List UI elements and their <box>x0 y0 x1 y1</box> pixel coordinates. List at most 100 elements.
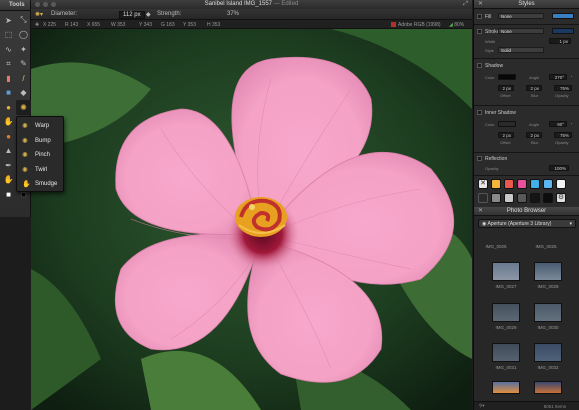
twirl-icon: ✺ <box>22 166 28 174</box>
photo-thumbnail[interactable] <box>492 303 520 322</box>
fill-dropdown[interactable]: None <box>498 13 544 19</box>
move-tool-icon[interactable]: ➤ <box>1 13 16 28</box>
fill-color-swatch[interactable] <box>552 13 574 19</box>
photo-thumbnail[interactable] <box>534 343 562 362</box>
menu-item-smudge[interactable]: ✋ Smudge <box>17 177 63 192</box>
eraser-icon[interactable]: ▮ <box>1 71 16 86</box>
shadow-angle-field[interactable]: 270° <box>549 74 567 80</box>
menu-item-twirl[interactable]: ✺ Twirl <box>17 163 63 178</box>
fg-color-icon[interactable]: ■ <box>1 187 16 202</box>
shadow-color-swatch[interactable] <box>498 74 516 80</box>
shadow-offset-field[interactable]: 2 px <box>498 85 514 91</box>
zoom-indicator[interactable]: ◢ 80% <box>449 22 464 28</box>
crop-icon[interactable]: ⌗ <box>1 57 16 72</box>
strength-value[interactable]: 37% <box>227 11 239 17</box>
fill-checkbox[interactable] <box>477 14 482 19</box>
eye-dropper-icon[interactable]: ✒ <box>1 158 16 173</box>
stroke-dropdown[interactable]: None <box>498 28 544 34</box>
inner-opacity-field[interactable]: 75% <box>554 132 572 138</box>
inner-shadow-label: Inner Shadow <box>485 110 516 116</box>
inner-angle-field[interactable]: 90° <box>549 121 567 127</box>
photo-thumbnail[interactable] <box>492 381 520 394</box>
gradient-icon[interactable]: ● <box>1 100 16 115</box>
ellipse-select-icon[interactable]: ◯ <box>16 28 31 43</box>
photo-source-dropdown[interactable]: ◉ Aperture (Aperture 3 Library) ▾ <box>478 219 576 228</box>
search-icon[interactable]: ⚲▾ <box>479 403 485 409</box>
menu-item-warp[interactable]: ✺ Warp <box>17 119 63 134</box>
inner-blur-field[interactable]: 2 px <box>526 132 542 138</box>
angle-dial-icon[interactable]: ◔ <box>570 74 572 79</box>
photo-thumbnail[interactable] <box>492 262 520 281</box>
preset-silver[interactable] <box>504 193 514 203</box>
sharpen-icon[interactable]: ▲ <box>1 144 16 159</box>
paint-bucket-icon[interactable]: ◆ <box>16 86 31 101</box>
magic-wand-icon[interactable]: ✦ <box>16 42 31 57</box>
divider <box>474 58 579 59</box>
width-field[interactable]: 1 px <box>549 38 571 44</box>
angle-dial-icon[interactable]: ◔ <box>570 121 572 126</box>
zoom-button[interactable] <box>51 2 56 7</box>
reflection-checkbox[interactable] <box>477 156 482 161</box>
stroke-checkbox[interactable] <box>477 29 482 34</box>
rectangle-shape-icon[interactable]: ■ <box>1 86 16 101</box>
preset-blue[interactable] <box>530 179 540 189</box>
reflection-label: Reflection <box>485 156 508 162</box>
preset-black[interactable] <box>530 193 540 203</box>
close-icon[interactable]: ✕ <box>478 0 483 9</box>
transform-tool-icon[interactable]: ⤡ <box>16 13 31 28</box>
reflection-opacity-field[interactable]: 100% <box>549 165 569 171</box>
inner-shadow-checkbox[interactable] <box>477 110 482 115</box>
rect-select-icon[interactable]: ⬚ <box>1 28 16 43</box>
diameter-value[interactable]: 112 px <box>119 11 145 19</box>
clear-style-icon[interactable]: ✕ <box>478 179 488 189</box>
pen-icon[interactable]: ✎ <box>16 57 31 72</box>
preset-dark[interactable] <box>478 193 488 203</box>
zoom-icon-small: ◢ <box>449 22 453 28</box>
preset-white[interactable] <box>556 179 566 189</box>
menu-item-pinch[interactable]: ✺ Pinch <box>17 148 63 163</box>
inner-shadow-color-swatch[interactable] <box>498 121 516 127</box>
style-dropdown[interactable]: Solid <box>498 47 544 53</box>
colorspace-indicator: Adobe RGB (1998) <box>391 22 441 28</box>
menu-item-bump[interactable]: ✺ Bump <box>17 134 63 149</box>
photo-thumbnail[interactable] <box>534 381 562 394</box>
preset-light-blue[interactable] <box>543 179 553 189</box>
preset-dark-grey[interactable] <box>517 193 527 203</box>
hand-icon[interactable]: ✋ <box>1 173 16 188</box>
burn-icon[interactable]: ● <box>1 129 16 144</box>
preset-black-2[interactable] <box>543 193 553 203</box>
photo-thumbnail[interactable] <box>492 343 520 362</box>
hibiscus-photo <box>31 29 472 410</box>
minimize-button[interactable] <box>43 2 48 7</box>
strength-label: Strength: <box>157 11 182 17</box>
photo-browser-panel: ✕ Photo Browser ◉ Aperture (Aperture 3 L… <box>473 207 579 410</box>
diameter-stepper-icon[interactable]: ◆ <box>146 11 151 18</box>
preset-pink[interactable] <box>517 179 527 189</box>
photo-thumbnail[interactable] <box>534 262 562 281</box>
close-button[interactable] <box>35 2 40 7</box>
photo-source-label: Aperture (Aperture 3 Library) <box>487 221 552 227</box>
gear-icon[interactable]: ⚙ <box>556 193 566 203</box>
image-canvas[interactable] <box>31 29 472 410</box>
stroke-color-swatch[interactable] <box>552 28 574 34</box>
tool-preset-icon[interactable]: ✺▾ <box>35 11 43 18</box>
brush-icon[interactable]: / <box>16 71 31 86</box>
preset-grey[interactable] <box>491 193 501 203</box>
shadow-opacity-field[interactable]: 75% <box>554 85 572 91</box>
preset-red[interactable] <box>504 179 514 189</box>
target-icon: ✚ <box>35 22 40 28</box>
distort-tool-icon[interactable]: ✺ <box>16 100 31 115</box>
edited-label: — Edited <box>273 1 299 7</box>
inner-offset-field[interactable]: 2 px <box>498 132 514 138</box>
divider <box>474 152 579 153</box>
lasso-icon[interactable]: ∿ <box>1 42 16 57</box>
diameter-field[interactable]: 112 px <box>119 11 145 19</box>
close-icon[interactable]: ✕ <box>478 207 483 216</box>
fullscreen-icon[interactable]: ⤢ <box>463 0 468 9</box>
shadow-blur-field[interactable]: 2 px <box>526 85 542 91</box>
photo-thumbnail[interactable] <box>534 303 562 322</box>
shadow-checkbox[interactable] <box>477 63 482 68</box>
smudge-icon[interactable]: ✋ <box>1 115 16 130</box>
photo-label: IMG_0030 <box>537 325 559 330</box>
preset-orange[interactable] <box>491 179 501 189</box>
